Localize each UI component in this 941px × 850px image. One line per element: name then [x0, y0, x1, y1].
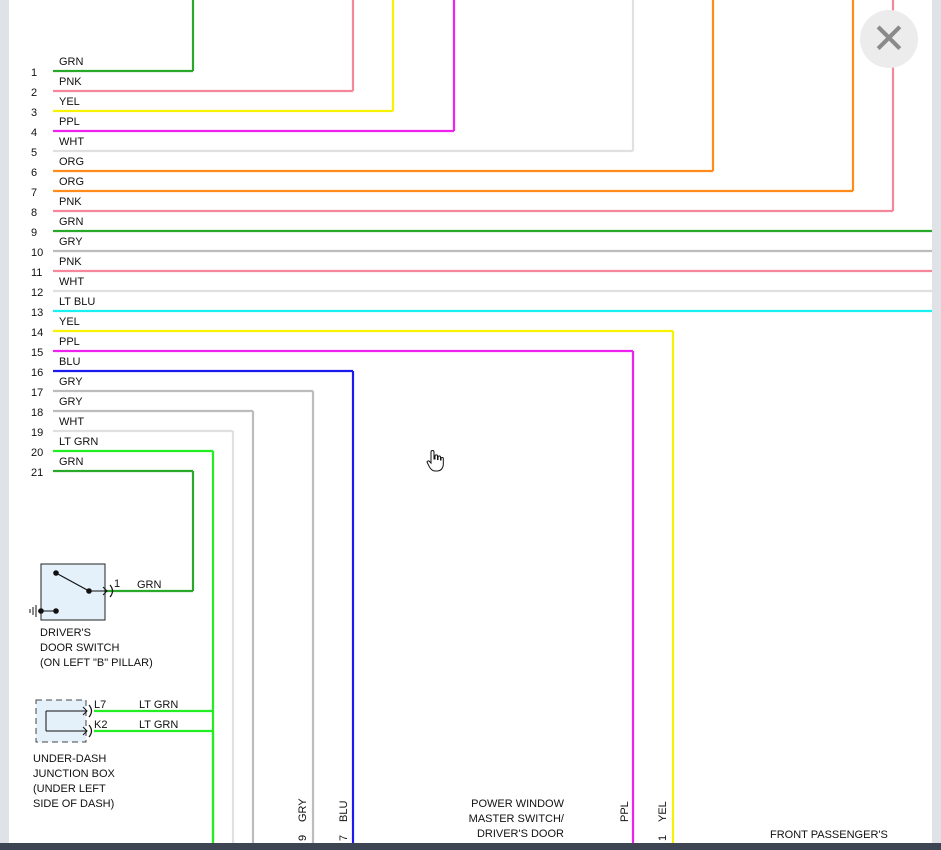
pin-number-18: 18	[31, 407, 43, 419]
junction-box-body	[35, 699, 87, 743]
wire-7-color-label: ORG	[59, 176, 84, 188]
ground-icon	[29, 605, 37, 617]
pin-number-5: 5	[31, 147, 37, 159]
bottom-wire-blu: BLU	[338, 801, 350, 822]
bottom-scroll-bar[interactable]	[0, 843, 941, 850]
wire-17-color-label: GRY	[59, 376, 83, 388]
pin-number-16: 16	[31, 367, 43, 379]
wire-16-color-label: BLU	[59, 356, 80, 368]
hand-cursor-icon	[426, 450, 444, 472]
wire-9-color-label: GRN	[59, 216, 84, 228]
pin-number-6: 6	[31, 167, 37, 179]
close-icon: ✕	[871, 14, 907, 63]
junction-box-connector-bottom	[88, 724, 93, 738]
junction-box-label-line2: JUNCTION BOX	[33, 768, 116, 780]
wire-12-color-label: WHT	[59, 276, 84, 288]
junction-box-pin-k2: K2	[94, 719, 107, 731]
bottom-pin-1: 1	[657, 835, 669, 841]
door-switch-label-line3: (ON LEFT "B" PILLAR)	[40, 657, 153, 669]
door-switch-body	[40, 563, 106, 621]
ground-contact-left	[38, 608, 44, 614]
pin-number-15: 15	[31, 347, 43, 359]
pin-number-13: 13	[31, 307, 43, 319]
bottom-pin-7: 7	[338, 835, 350, 841]
pin-number-10: 10	[31, 247, 43, 259]
door-switch-label-line2: DOOR SWITCH	[40, 642, 119, 654]
pin-number-21: 21	[31, 467, 43, 479]
junction-box-pin-l7: L7	[94, 699, 106, 711]
junction-box-label-line3: (UNDER LEFT	[33, 783, 106, 795]
pin-number-17: 17	[31, 387, 43, 399]
pin-number-12: 12	[31, 287, 43, 299]
pin-number-8: 8	[31, 207, 37, 219]
wire-13-color-label: LT BLU	[59, 296, 95, 308]
pin-number-9: 9	[31, 227, 37, 239]
pin-number-19: 19	[31, 427, 43, 439]
junction-box-wire-label-2: LT GRN	[139, 719, 178, 731]
junction-box-wire-label-1: LT GRN	[139, 699, 178, 711]
door-switch-wire-label: GRN	[137, 579, 162, 591]
ground-contact-right	[53, 608, 59, 614]
bottom-wire-gry: GRY	[297, 798, 309, 822]
wiring-diagram-viewer: GRN 1 PNK 2 YEL 3 PPL 4 WHT 5 ORG 6 ORG 7 PNK 8 GRN 9 GRY 1…	[0, 0, 941, 850]
front-passenger-label: FRONT PASSENGER'S	[770, 829, 888, 841]
pin-number-14: 14	[31, 327, 43, 339]
wire-5-color-label: WHT	[59, 136, 84, 148]
wire-8-color-label: PNK	[59, 196, 82, 208]
junction-box-component: L7 K2 LT GRN LT GRN UNDER-DASH JUNCTION …	[33, 699, 178, 810]
pin-number-20: 20	[31, 447, 43, 459]
wire-14-color-label: YEL	[59, 316, 80, 328]
wire-4-color-label: PPL	[59, 116, 80, 128]
master-switch-label-line1: POWER WINDOW	[471, 798, 564, 810]
door-switch-component: 1 GRN DRIVER'S DOOR SWITCH (ON LEFT "B" …	[29, 563, 162, 669]
wire-18-color-label: GRY	[59, 396, 83, 408]
wiring-diagram: GRN 1 PNK 2 YEL 3 PPL 4 WHT 5 ORG 6 ORG 7 PNK 8 GRN 9 GRY 1…	[29, 0, 932, 850]
wire-21-color-label: GRN	[59, 456, 84, 468]
door-switch-label-line1: DRIVER'S	[40, 627, 91, 639]
pin-number-4: 4	[31, 127, 37, 139]
door-switch-pin: 1	[114, 578, 120, 590]
wire-19-color-label: WHT	[59, 416, 84, 428]
bottom-wire-yel: YEL	[657, 801, 669, 822]
junction-box-connector-top	[88, 704, 93, 718]
pin-number-3: 3	[31, 107, 37, 119]
diagram-canvas: GRN 1 PNK 2 YEL 3 PPL 4 WHT 5 ORG 6 ORG 7 PNK 8 GRN 9 GRY 1…	[9, 0, 932, 850]
wire-10-color-label: GRY	[59, 236, 83, 248]
wire-3-color-label: YEL	[59, 96, 80, 108]
master-switch-label-line2: MASTER SWITCH/	[469, 813, 565, 825]
junction-box-label-line4: SIDE OF DASH)	[33, 798, 114, 810]
master-switch-label-line3: DRIVER'S DOOR	[477, 828, 564, 840]
wire-20-color-label: LT GRN	[59, 436, 98, 448]
pin-number-2: 2	[31, 87, 37, 99]
pin-number-7: 7	[31, 187, 37, 199]
close-button[interactable]: ✕	[860, 10, 918, 68]
wire-2-color-label: PNK	[59, 76, 82, 88]
bottom-pin-9: 9	[297, 835, 309, 841]
pin-number-11: 11	[31, 267, 42, 279]
wire-15-color-label: PPL	[59, 336, 80, 348]
pin-number-1: 1	[31, 67, 37, 79]
wire-11-color-label: PNK	[59, 256, 82, 268]
wire-1-color-label: GRN	[59, 56, 84, 68]
wire-6-color-label: ORG	[59, 156, 84, 168]
bottom-wire-ppl: PPL	[619, 801, 631, 822]
junction-box-label-line1: UNDER-DASH	[33, 753, 106, 765]
